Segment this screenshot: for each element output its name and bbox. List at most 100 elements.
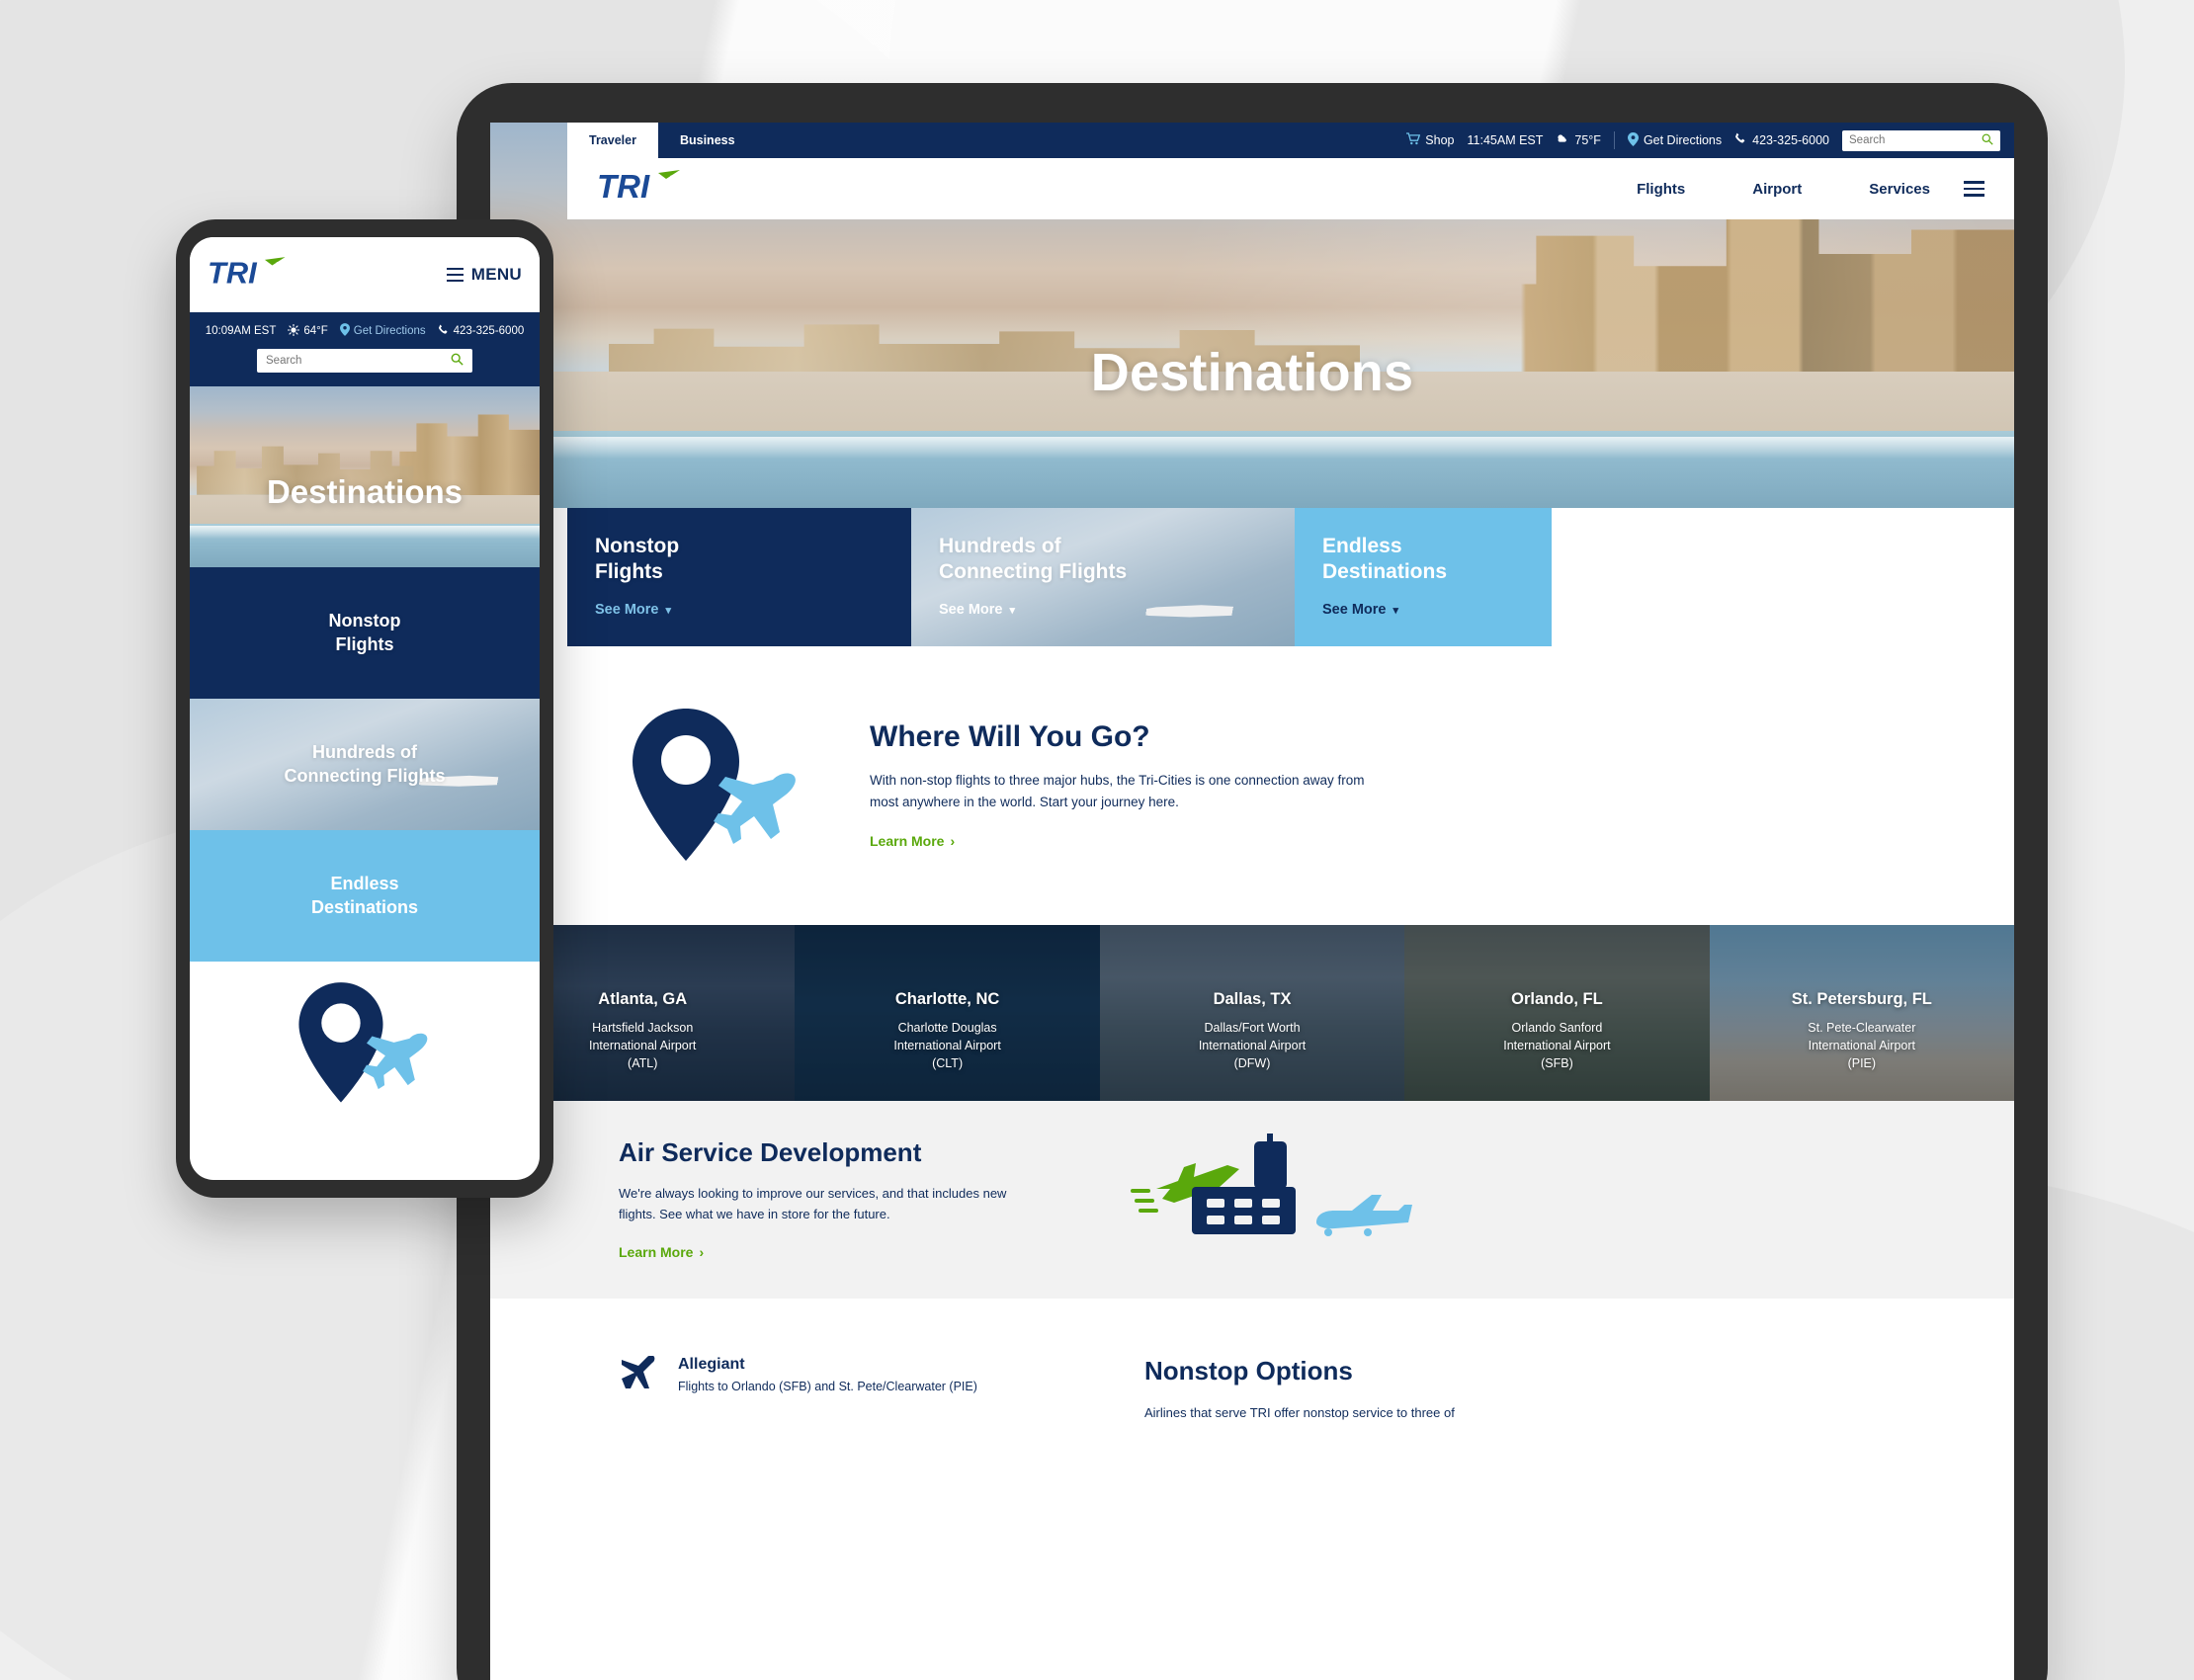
cart-icon	[1406, 132, 1421, 148]
section-title: Where Will You Go?	[870, 720, 1150, 754]
promo-see-more-link[interactable]: See More ▾	[1322, 602, 1398, 618]
promo-card-endless-destinations[interactable]: Endless Destinations See More ▾	[1295, 508, 1552, 646]
nav-item-services[interactable]: Services	[1869, 181, 1930, 198]
sun-cloud-icon	[1556, 132, 1569, 148]
airport-terminal-illustration	[1123, 1133, 1459, 1267]
promo-title: Nonstop Flights	[595, 535, 680, 583]
sun-icon	[288, 323, 300, 339]
destination-city: Charlotte, NC	[894, 990, 1000, 1008]
airplane-icon	[619, 1355, 656, 1396]
learn-more-link[interactable]: Learn More ›	[870, 833, 955, 849]
phone-icon	[438, 324, 450, 339]
hamburger-menu-icon[interactable]	[1964, 181, 2014, 197]
card-title: Endless Destinations	[310, 874, 419, 917]
nav-item-airport[interactable]: Airport	[1752, 181, 1802, 198]
weather: 75°F	[1556, 132, 1601, 148]
phone-card-endless-destinations[interactable]: Endless Destinations	[190, 830, 540, 962]
chevron-down-icon: ▾	[1392, 604, 1399, 617]
tablet-device-mockup: Destinations Traveler Business Shop 11:4…	[457, 83, 2048, 1680]
phone-card-connecting-flights[interactable]: Hundreds of Connecting Flights	[190, 699, 540, 830]
shop-link[interactable]: Shop	[1406, 132, 1455, 148]
hamburger-line	[446, 273, 464, 277]
temperature-label: 64°F	[303, 325, 328, 337]
shop-label: Shop	[1425, 133, 1455, 147]
get-directions-link[interactable]: Get Directions	[339, 323, 426, 339]
tab-traveler[interactable]: Traveler	[567, 123, 658, 158]
tablet-screen: Destinations Traveler Business Shop 11:4…	[490, 123, 2014, 1680]
tile-label: Charlotte, NC Charlotte Douglas Internati…	[893, 990, 1000, 1072]
destination-tile-clt[interactable]: Charlotte, NC Charlotte Douglas Internati…	[795, 925, 1100, 1101]
search-box[interactable]	[1842, 129, 2000, 151]
bottom-section: Allegiant Flights to Orlando (SFB) and S…	[490, 1299, 2014, 1680]
weather: 64°F	[288, 323, 328, 339]
phone-link[interactable]: 423-325-6000	[1734, 132, 1829, 148]
promo-title: Hundreds of Connecting Flights	[939, 535, 1128, 583]
map-pin-icon	[339, 323, 350, 339]
see-more-label: See More	[595, 602, 659, 619]
destination-airport: Orlando Sanford International Airport (SFB…	[1503, 1021, 1611, 1070]
tri-logo[interactable]: TRI	[597, 167, 688, 211]
phone-pin-plane-illustration	[190, 962, 540, 1103]
search-icon[interactable]	[1982, 133, 1993, 148]
search-input[interactable]	[1849, 134, 1982, 146]
promo-see-more-link[interactable]: See More ▾	[939, 602, 1015, 618]
get-directions-label: Get Directions	[1643, 133, 1723, 147]
promo-card-connecting-flights[interactable]: Hundreds of Connecting Flights See More ▾	[911, 508, 1295, 646]
phone-card-nonstop-flights[interactable]: Nonstop Flights	[190, 567, 540, 699]
destination-tile-sfb[interactable]: Orlando, FL Orlando Sanford International…	[1404, 925, 1710, 1101]
airlines-column: Allegiant Flights to Orlando (SFB) and S…	[490, 1355, 1123, 1680]
get-directions-link[interactable]: Get Directions	[1627, 131, 1723, 149]
phone-utility-row: 10:09AM EST 64°F Get Directions 423-325-…	[190, 323, 540, 339]
svg-text:TRI: TRI	[597, 168, 650, 205]
hamburger-line	[1964, 181, 1984, 184]
phone-menu-button[interactable]: MENU	[446, 265, 522, 285]
tab-business[interactable]: Business	[658, 123, 757, 158]
nav-item-flights[interactable]: Flights	[1637, 181, 1685, 198]
destination-tile-dfw[interactable]: Dallas, TX Dallas/Fort Worth Internationa…	[1099, 925, 1405, 1101]
hero-surf-foam	[490, 437, 2014, 459]
destination-city: St. Petersburg, FL	[1791, 990, 1932, 1008]
chevron-right-icon: ›	[699, 1244, 705, 1261]
card-title: Hundreds of Connecting Flights	[284, 742, 446, 786]
learn-more-link[interactable]: Learn More ›	[619, 1244, 704, 1260]
airline-description: Flights to Orlando (SFB) and St. Pete/Cl…	[678, 1380, 977, 1393]
search-icon[interactable]	[451, 353, 464, 369]
temperature-label: 75°F	[1574, 133, 1601, 147]
hamburger-line	[446, 279, 464, 283]
phone-hero-banner: Destinations	[190, 386, 540, 567]
see-more-label: See More	[939, 602, 1003, 619]
phone-screen: TRI MENU 10:09AM EST 64°F Get Directions…	[190, 237, 540, 1180]
tablet-main-nav: TRI Flights Airport Services	[567, 158, 2014, 219]
destination-city: Orlando, FL	[1511, 990, 1603, 1008]
tri-logo[interactable]: TRI	[208, 254, 293, 296]
search-input[interactable]	[266, 355, 451, 367]
destination-airport: St. Pete-Clearwater International Airport…	[1808, 1021, 1916, 1070]
learn-more-label: Learn More	[619, 1244, 694, 1261]
card-title: Nonstop Flights	[328, 611, 401, 654]
tile-label: Orlando, FL Orlando Sanford International…	[1503, 990, 1610, 1072]
air-service-body: Air Service Development We're always loo…	[490, 1137, 1103, 1262]
promo-title: Endless Destinations	[1322, 535, 1448, 583]
tablet-utility-bar: Traveler Business Shop 11:45AM EST 75°F	[567, 123, 2014, 158]
hamburger-line	[1964, 187, 1984, 191]
phone-utility-bar: 10:09AM EST 64°F Get Directions 423-325-…	[190, 312, 540, 386]
promo-cards-row: Nonstop Flights See More ▾ Hundreds of Con…	[567, 508, 1809, 646]
tile-label: Dallas, TX Dallas/Fort Worth Internationa…	[1199, 990, 1306, 1072]
utility-divider	[1613, 131, 1615, 149]
promo-card-nonstop-flights[interactable]: Nonstop Flights See More ▾	[567, 508, 911, 646]
tile-label: St. Petersburg, FL St. Pete-Clearwater In…	[1792, 990, 1932, 1072]
airline-row-allegiant: Allegiant Flights to Orlando (SFB) and S…	[619, 1355, 1123, 1396]
destination-tile-pie[interactable]: St. Petersburg, FL St. Pete-Clearwater In…	[1709, 925, 2014, 1101]
menu-label: MENU	[470, 265, 522, 284]
phone-number: 423-325-6000	[1752, 133, 1829, 147]
phone-search-box[interactable]	[257, 349, 472, 373]
hamburger-line	[446, 267, 464, 271]
section-title: Air Service Development	[619, 1136, 922, 1167]
promo-see-more-link[interactable]: See More ▾	[595, 602, 671, 618]
phone-link[interactable]: 423-325-6000	[438, 324, 525, 339]
local-time: 10:09AM EST	[205, 325, 277, 337]
air-service-development-section: Air Service Development We're always loo…	[490, 1101, 2014, 1299]
svg-text:TRI: TRI	[208, 255, 258, 290]
phone-number: 423-325-6000	[453, 325, 525, 337]
local-time: 11:45AM EST	[1467, 133, 1544, 147]
